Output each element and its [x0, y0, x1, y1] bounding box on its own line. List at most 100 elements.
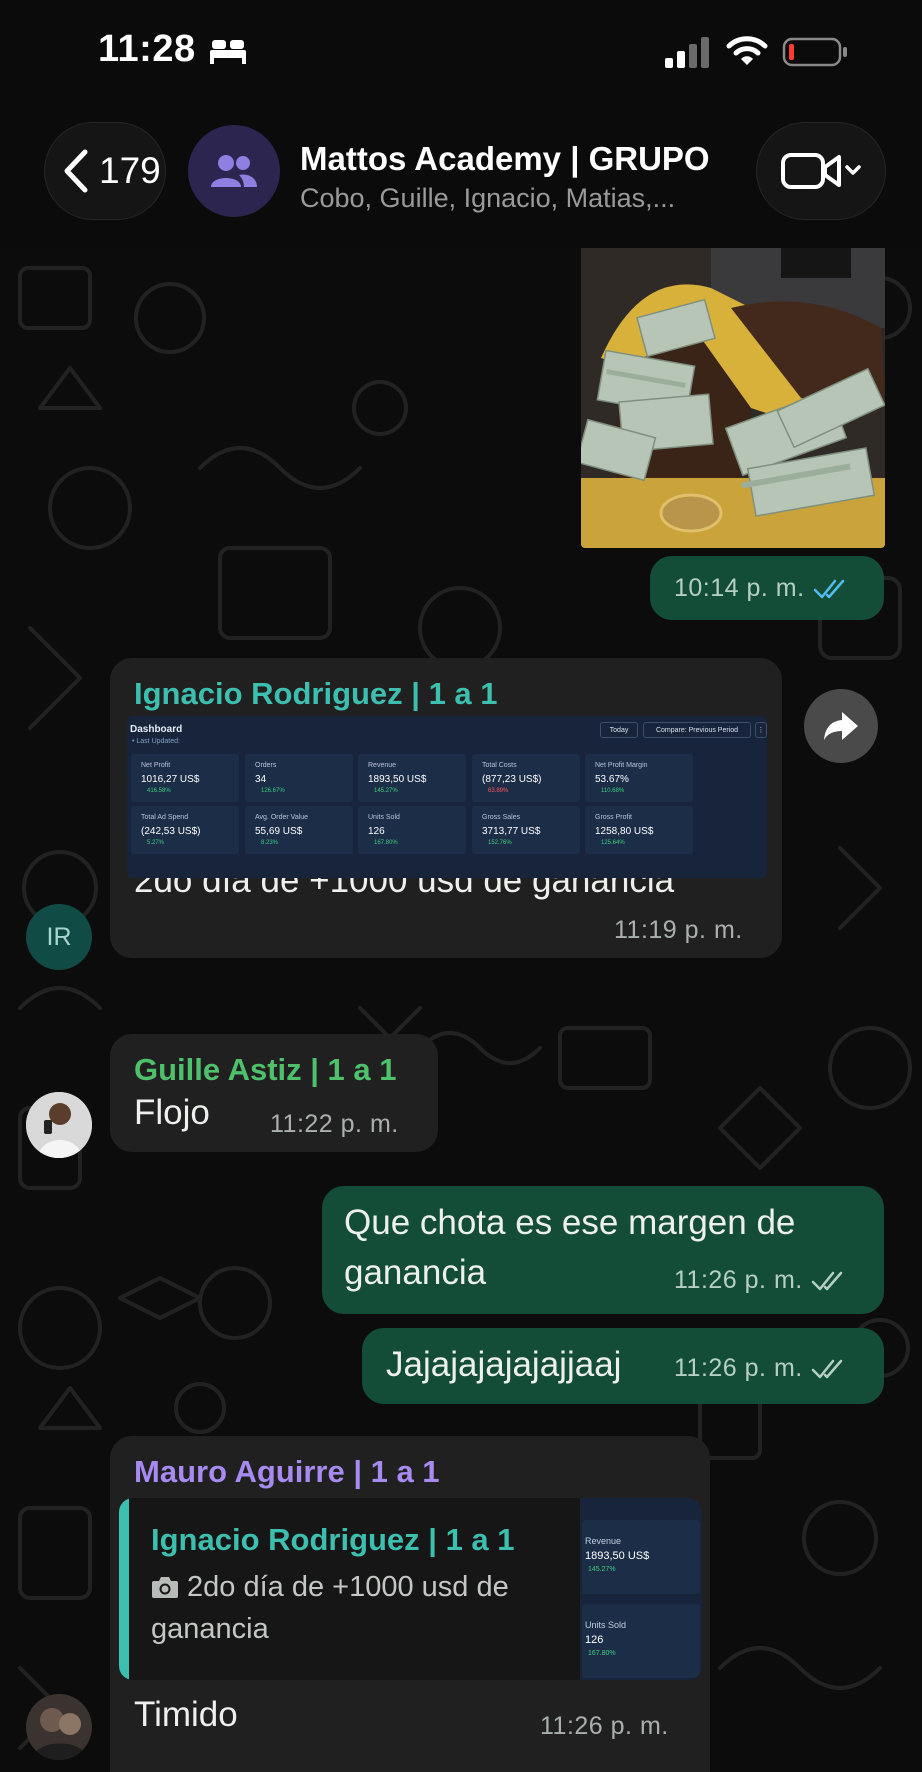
kpi-value: 34 — [255, 774, 267, 785]
avatar-guille-photo — [26, 1092, 92, 1158]
thumb-label: Units Sold — [585, 1620, 627, 1630]
message-text: Flojo — [134, 1093, 210, 1132]
thumb-value: 126 — [585, 1634, 604, 1646]
delivered-ticks-icon — [811, 1271, 842, 1290]
kpi-value: 126 — [368, 826, 385, 837]
kpi-value: 53.67% — [595, 774, 629, 785]
thumb-label: Revenue — [585, 1536, 622, 1546]
sender-name[interactable]: Guille Astiz | 1 a 1 — [134, 1052, 397, 1088]
kpi-label: Net Profit Margin — [595, 762, 648, 769]
chevron-left-icon — [64, 149, 88, 193]
message-time-text: 11:26 p. m. — [674, 1354, 803, 1382]
message-text: Jajajajajajajjaaj — [386, 1345, 622, 1384]
kpi-delta: 126.67% — [261, 788, 285, 794]
cellular-signal-icon — [665, 37, 709, 68]
quoted-sender: Ignacio Rodriguez | 1 a 1 — [151, 1522, 515, 1557]
kpi-label: Net Profit — [141, 762, 171, 769]
quoted-thumbnail: Revenue 1893,50 US$ 145.27% Units Sold 1… — [580, 1498, 702, 1680]
kpi-value: (242,53 US$) — [141, 826, 201, 837]
sender-name[interactable]: Ignacio Rodriguez | 1 a 1 — [134, 676, 498, 712]
kpi-card: Total Costs (877,23 US$) 63.89% — [472, 754, 580, 802]
kpi-delta: 110.68% — [601, 788, 625, 794]
dashboard-last-updated: • Last Updated: — [132, 738, 180, 745]
camera-icon — [152, 1577, 178, 1598]
thumb-value: 1893,50 US$ — [585, 1550, 650, 1562]
avatar-mauro-photo — [26, 1694, 92, 1760]
status-time: 11:28 — [98, 28, 196, 70]
back-button[interactable]: 179 — [44, 122, 166, 220]
kpi-delta: 152.76% — [488, 840, 512, 846]
kpi-label: Orders — [255, 762, 277, 769]
message-text-line2: ganancia — [344, 1253, 487, 1292]
sleep-bed-icon — [210, 40, 246, 64]
chat-title[interactable]: Mattos Academy | GRUPO — [300, 140, 710, 178]
kpi-delta: 167.80% — [374, 840, 398, 846]
avatar-ignacio[interactable]: IR — [26, 904, 92, 970]
message-time: 10:14 p. m. — [674, 574, 851, 603]
kpi-label: Gross Sales — [482, 814, 521, 821]
message-time: 11:26 p. m. — [674, 1354, 849, 1383]
chat-header: 179 Mattos Academy | GRUPO Cobo, Guille,… — [0, 108, 922, 248]
kpi-label: Total Costs — [482, 762, 517, 769]
money-photo-image — [581, 248, 885, 548]
unread-count: 179 — [99, 150, 161, 191]
kpi-card: Total Ad Spend (242,53 US$) 5.27% — [131, 806, 239, 854]
kpi-delta: 125.64% — [601, 840, 625, 846]
chat-area[interactable]: 10:14 p. m. Ignacio Rodriguez | 1 a 1 2d… — [0, 248, 922, 1772]
kpi-value: (877,23 US$) — [482, 774, 542, 785]
avatar-mauro[interactable] — [26, 1694, 92, 1760]
forward-arrow-icon — [824, 712, 858, 740]
battery-low-icon — [782, 37, 847, 67]
kpi-card: Gross Sales 3713,77 US$ 152.76% — [472, 806, 580, 854]
kpi-delta: 416.58% — [147, 788, 171, 794]
kpi-value: 1016,27 US$ — [141, 774, 200, 785]
quoted-text-content: 2do día de +1000 usd de ganancia — [151, 1571, 509, 1645]
dashboard-compare-button: Compare: Previous Period — [643, 722, 751, 738]
message-bubble-outgoing[interactable]: Jajajajajajajjaaj 11:26 p. m. — [362, 1328, 884, 1404]
kpi-card: Units Sold 126 167.80% — [358, 806, 466, 854]
status-bar: 11:28 — [0, 0, 922, 108]
kpi-card: Net Profit Margin 53.67% 110.68% — [585, 754, 693, 802]
wifi-icon — [726, 36, 768, 65]
message-time: 11:22 p. m. — [270, 1110, 399, 1138]
kpi-value: 1893,50 US$ — [368, 774, 427, 785]
quote-accent-bar — [119, 1498, 129, 1680]
video-call-icon — [781, 153, 861, 189]
kpi-card: Net Profit 1016,27 US$ 416.58% — [131, 754, 239, 802]
forward-button[interactable] — [804, 689, 878, 763]
message-time: 11:19 p. m. — [614, 916, 743, 944]
message-time: 11:26 p. m. — [540, 1712, 669, 1740]
dashboard-more-button: ⋮ — [755, 722, 767, 738]
quoted-text: 2do día de +1000 usd de ganancia — [151, 1566, 511, 1650]
kpi-delta: 8.23% — [261, 840, 279, 846]
kpi-delta: 63.89% — [488, 788, 509, 794]
message-bubble-incoming[interactable]: Guille Astiz | 1 a 1 Flojo 11:22 p. m. — [110, 1034, 438, 1152]
read-ticks-icon — [813, 579, 844, 598]
kpi-card: Avg. Order Value 55,69 US$ 8.23% — [245, 806, 353, 854]
sender-name[interactable]: Mauro Aguirre | 1 a 1 — [134, 1454, 440, 1490]
delivered-ticks-icon — [811, 1359, 842, 1378]
group-avatar[interactable] — [188, 125, 280, 217]
thumb-card: Units Sold 126 167.80% — [582, 1604, 700, 1678]
dashboard-screenshot[interactable]: Dashboard • Last Updated: Today Compare:… — [127, 716, 767, 878]
kpi-value: 3713,77 US$ — [482, 826, 541, 837]
kpi-value: 55,69 US$ — [255, 826, 303, 837]
message-time-text: 11:26 p. m. — [674, 1266, 803, 1294]
money-photo[interactable] — [581, 248, 885, 548]
message-bubble-outgoing[interactable]: Que chota es ese margen de ganancia 11:2… — [322, 1186, 884, 1314]
dashboard-today-button: Today — [600, 722, 638, 738]
kpi-label: Gross Profit — [595, 814, 632, 821]
kpi-label: Units Sold — [368, 814, 400, 821]
chat-members[interactable]: Cobo, Guille, Ignacio, Matias,... — [300, 183, 675, 214]
thumb-card: Revenue 1893,50 US$ 145.27% — [582, 1520, 700, 1594]
avatar-guille[interactable] — [26, 1092, 92, 1158]
kpi-label: Revenue — [368, 762, 397, 769]
quoted-message[interactable]: Ignacio Rodriguez | 1 a 1 2do día de +10… — [119, 1498, 702, 1680]
dashboard-title: Dashboard — [130, 724, 183, 735]
video-call-button[interactable] — [756, 122, 886, 220]
group-icon — [211, 155, 257, 187]
message-bubble-outgoing[interactable]: 10:14 p. m. — [650, 556, 884, 620]
message-time: 11:26 p. m. — [674, 1266, 849, 1295]
kpi-delta: 145.27% — [374, 788, 398, 794]
kpi-label: Total Ad Spend — [141, 814, 189, 821]
